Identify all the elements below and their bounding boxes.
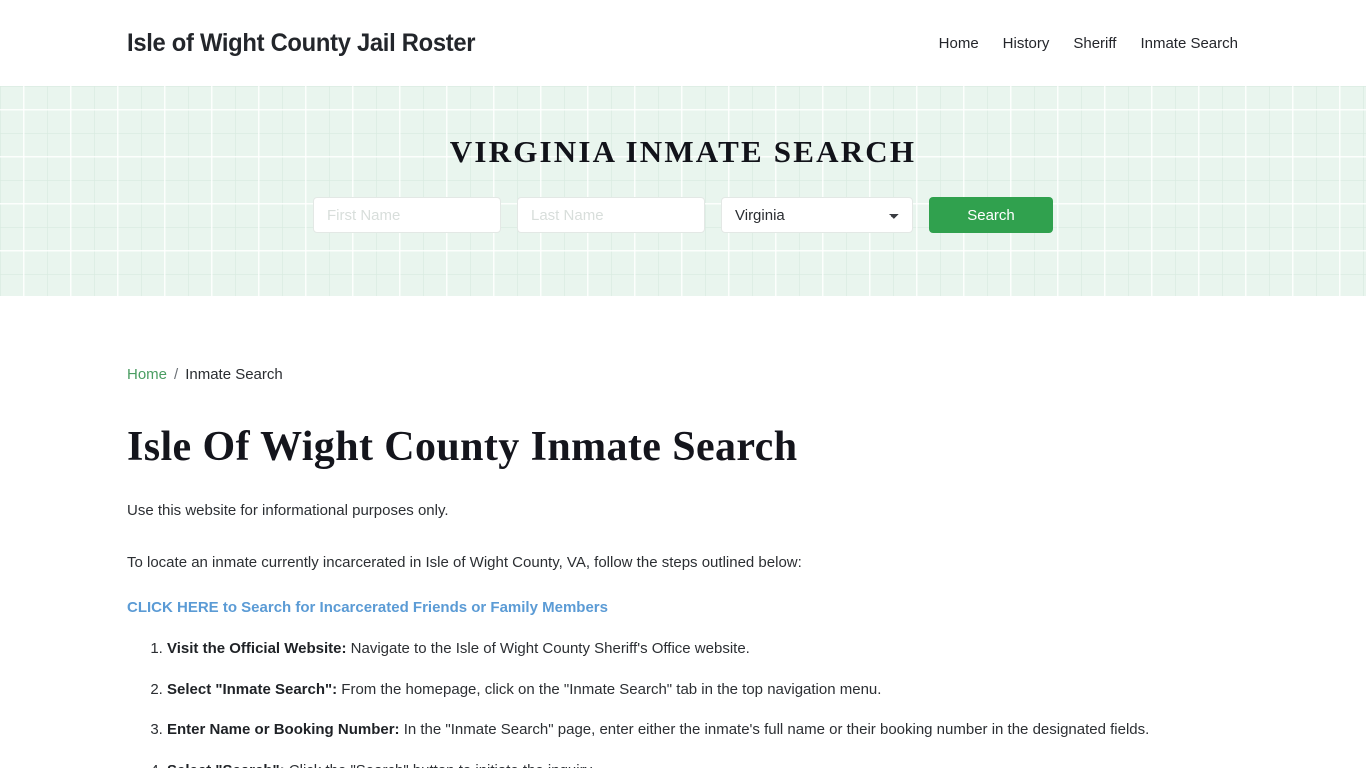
last-name-input[interactable]	[517, 197, 705, 233]
hero-title: VIRGINIA INMATE SEARCH	[449, 134, 917, 169]
list-item: Select "Inmate Search": From the homepag…	[167, 679, 1239, 702]
breadcrumb-separator: /	[174, 366, 179, 383]
step-lead: Select "Search":	[167, 762, 285, 768]
step-lead: Enter Name or Booking Number:	[167, 721, 400, 738]
page-title: Isle Of Wight County Inmate Search	[127, 424, 798, 470]
step-lead: Select "Inmate Search":	[167, 680, 338, 698]
steps-list: Visit the Official Website: Navigate to …	[127, 638, 1239, 768]
intro-paragraph-1: Use this website for informational purpo…	[127, 502, 449, 519]
list-item: Select "Search": Click the "Search" butt…	[167, 760, 1239, 768]
step-text: From the homepage, click on the "Inmate …	[337, 680, 882, 698]
nav-link-sheriff[interactable]: Sheriff	[1061, 35, 1128, 52]
list-item: Enter Name or Booking Number: In the "In…	[167, 719, 1239, 742]
step-text: Navigate to the Isle of Wight County She…	[346, 640, 750, 657]
hero-search-section: VIRGINIA INMATE SEARCH Virginia Search	[0, 86, 1366, 296]
state-select[interactable]: Virginia	[721, 197, 913, 233]
main-navigation: Home History Sheriff Inmate Search	[927, 35, 1238, 52]
main-content: Home / Inmate Search Isle Of Wight Count…	[0, 366, 1366, 768]
site-header: Isle of Wight County Jail Roster Home Hi…	[0, 0, 1366, 86]
step-text: Click the "Search" button to initiate th…	[285, 762, 595, 768]
cta-search-link[interactable]: CLICK HERE to Search for Incarcerated Fr…	[127, 599, 608, 616]
first-name-input[interactable]	[313, 197, 501, 233]
site-brand-title: Isle of Wight County Jail Roster	[127, 28, 476, 57]
intro-paragraph-2: To locate an inmate currently incarcerat…	[127, 553, 802, 571]
breadcrumb: Home / Inmate Search	[127, 366, 1239, 383]
inmate-search-form: Virginia Search	[313, 197, 1053, 233]
list-item: Visit the Official Website: Navigate to …	[167, 638, 1239, 661]
search-button[interactable]: Search	[929, 197, 1053, 233]
nav-link-history[interactable]: History	[991, 35, 1062, 52]
nav-link-inmate-search[interactable]: Inmate Search	[1128, 35, 1238, 52]
breadcrumb-link-home[interactable]: Home	[127, 366, 167, 383]
breadcrumb-current: Inmate Search	[185, 366, 283, 383]
step-lead: Visit the Official Website:	[167, 640, 347, 657]
step-text: In the "Inmate Search" page, enter eithe…	[399, 721, 1150, 738]
nav-link-home[interactable]: Home	[927, 35, 991, 52]
